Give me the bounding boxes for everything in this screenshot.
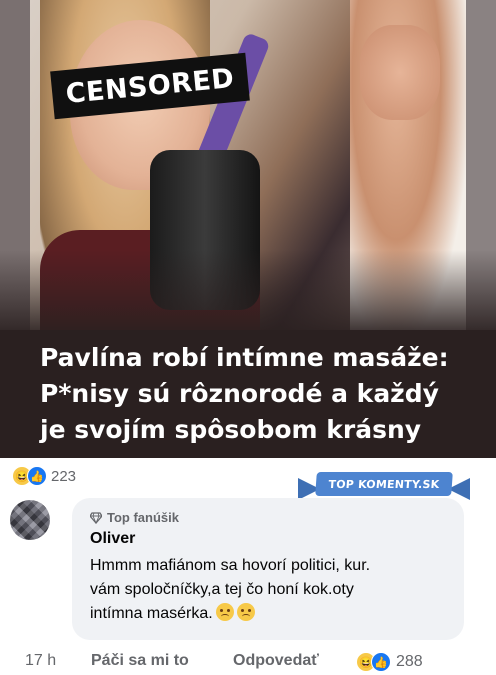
top-fan-badge[interactable]: Top fanúšik [90, 510, 179, 525]
article-headline[interactable]: Pavlína robí intímne masáže: P*nisy sú r… [40, 340, 480, 448]
avatar[interactable] [10, 500, 50, 540]
person-right-hands [360, 25, 440, 120]
headline-line-1: Pavlína robí intímne masáže: [40, 343, 449, 372]
sad-face-icon [236, 603, 255, 621]
post-reaction-count: 223 [51, 467, 77, 485]
comment-reactions[interactable]: 😆 👍 288 [356, 652, 423, 672]
comment-reaction-count: 288 [396, 653, 423, 670]
ribbon-band: TOP KOMENTY.SK [315, 472, 453, 496]
badge-label: Top fanúšik [107, 510, 179, 525]
like-emoji-icon: 👍 [371, 652, 391, 672]
comment-line-2: vám spoločníčky,a tej čo honí kok.oty [90, 581, 354, 598]
post-reactions-summary[interactable]: 😆 👍 223 [12, 466, 76, 486]
comment-bubble: Top fanúšik Oliver Hmmm mafiánom sa hovo… [72, 498, 464, 640]
comment-line-1: Hmmm mafiánom sa hovorí politici, kur. [90, 557, 371, 574]
gem-icon [90, 511, 102, 524]
comment-timestamp[interactable]: 17 h [25, 652, 56, 670]
comment-text: Hmmm mafiánom sa hovorí politici, kur. v… [90, 554, 450, 626]
comment-actions: 17 h Páči sa mi to Odpovedať 😆 👍 288 [0, 652, 496, 674]
like-emoji-icon: 👍 [27, 466, 47, 486]
comment-line-3: intímna masérka. [90, 605, 213, 622]
top-komenty-ribbon: TOP KOMENTY.SK [298, 470, 470, 500]
comment-author[interactable]: Oliver [90, 530, 135, 548]
like-button[interactable]: Páči sa mi to [91, 652, 189, 670]
headline-line-3: je svojím spôsobom krásny [40, 415, 422, 444]
comment-line-3-wrap: intímna masérka. [90, 602, 450, 626]
ribbon-label: TOP KOMENTY.SK [328, 477, 440, 491]
article-hero-image[interactable]: CENSORED Pavlína robí intímne masáže: P*… [0, 0, 496, 458]
hero-gradient-overlay [0, 250, 496, 340]
sad-face-icon [215, 603, 234, 621]
censored-label: CENSORED [64, 62, 236, 110]
reply-button[interactable]: Odpovedať [233, 652, 319, 670]
headline-line-2: P*nisy sú rôznorodé a každý [40, 379, 439, 408]
